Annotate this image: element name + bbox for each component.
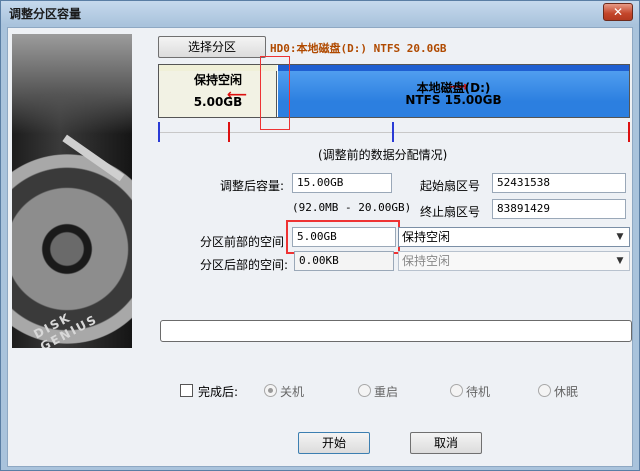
- ruler-tick: [628, 122, 630, 142]
- chevron-down-icon[interactable]: ▼: [613, 230, 627, 244]
- radio-standby[interactable]: [450, 384, 463, 397]
- close-button[interactable]: ✕: [603, 3, 633, 21]
- end-sector-field[interactable]: 83891429: [492, 199, 626, 219]
- dialog-body: DISK GENIUS 选择分区 HD0:本地磁盘(D:) NTFS 20.0G…: [7, 27, 633, 467]
- data-distribution-ruler: [158, 122, 630, 144]
- partition-layout-bar[interactable]: 保持空闲 ⟵ 5.00GB ⟶ 本地磁盘(D:) NTFS 15.00GB: [158, 64, 630, 118]
- rear-space-label: 分区后部的空间:: [200, 258, 289, 272]
- select-partition-button[interactable]: 选择分区: [158, 36, 266, 58]
- resize-partition-dialog: 调整分区容量 ✕ DISK GENIUS 选择分区 HD0:本地磁盘(D:) N…: [0, 0, 640, 471]
- dialog-title: 调整分区容量: [9, 7, 82, 21]
- close-icon: ✕: [612, 5, 624, 19]
- title-bar[interactable]: 调整分区容量 ✕: [1, 1, 639, 25]
- radio-restart[interactable]: [358, 384, 371, 397]
- distribution-caption: (调整前的数据分配情况): [318, 148, 448, 162]
- after-completion-checkbox[interactable]: [180, 384, 193, 397]
- start-sector-field[interactable]: 52431538: [492, 173, 626, 193]
- ruler-tick: [392, 122, 394, 142]
- rear-space-input[interactable]: 0.00KB: [294, 251, 394, 271]
- end-sector-label: 终止扇区号: [420, 205, 481, 219]
- resize-handle-highlight[interactable]: [260, 56, 290, 130]
- chevron-down-icon[interactable]: ▼: [613, 254, 627, 268]
- rear-space-select[interactable]: 保持空闲 ▼: [398, 251, 630, 271]
- radio-shutdown[interactable]: [264, 384, 277, 397]
- after-completion-label: 完成后:: [198, 385, 239, 399]
- front-space-highlight: [286, 220, 400, 254]
- front-space-label: 分区前部的空间: [200, 235, 285, 249]
- radio-restart-label: 重启: [374, 385, 399, 399]
- disk-info-text: HD0:本地磁盘(D:) NTFS 20.0GB: [270, 42, 447, 55]
- adjusted-size-label: 调整后容量:: [220, 179, 285, 193]
- front-space-select[interactable]: 保持空闲 ▼: [398, 227, 630, 247]
- start-sector-label: 起始扇区号: [420, 179, 481, 193]
- start-button[interactable]: 开始: [298, 432, 370, 454]
- cancel-button[interactable]: 取消: [410, 432, 482, 454]
- radio-shutdown-label: 关机: [280, 385, 305, 399]
- size-range-note: (92.0MB - 20.00GB): [292, 201, 412, 214]
- ntfs-partition-size: NTFS 15.00GB: [405, 93, 502, 107]
- ntfs-partition-segment[interactable]: ⟶ 本地磁盘(D:) NTFS 15.00GB: [278, 65, 629, 117]
- adjusted-size-input[interactable]: 15.00GB: [292, 173, 392, 193]
- radio-hibernate[interactable]: [538, 384, 551, 397]
- operation-progress-bar: [160, 320, 632, 342]
- hard-disk-image: DISK GENIUS: [12, 34, 132, 348]
- front-space-option: 保持空闲: [402, 230, 451, 244]
- radio-hibernate-label: 休眠: [554, 385, 579, 399]
- radio-standby-label: 待机: [466, 385, 491, 399]
- rear-space-option: 保持空闲: [402, 254, 451, 268]
- ruler-tick: [228, 122, 230, 142]
- ruler-tick: [158, 122, 160, 142]
